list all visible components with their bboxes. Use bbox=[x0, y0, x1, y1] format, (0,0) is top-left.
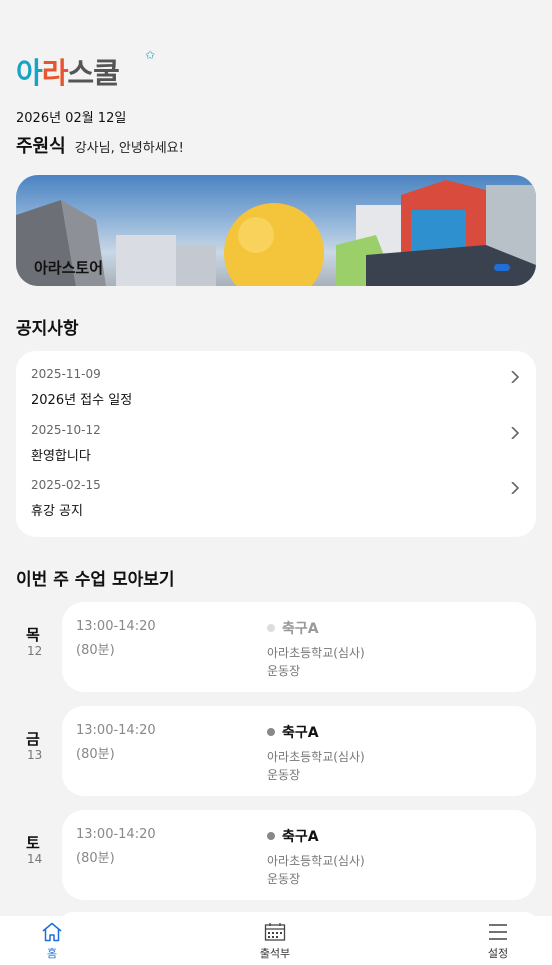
notice-item[interactable]: 2025-11-09 2026년 접수 일정 bbox=[31, 367, 521, 415]
class-school: 아라초등학교(심사) bbox=[267, 646, 365, 660]
greeting-row: 주원식 강사님, 안녕하세요! bbox=[16, 132, 184, 158]
logo-letter: 쿨 bbox=[93, 56, 120, 90]
logo-text: 아라스쿨 bbox=[16, 56, 120, 90]
banner-caption: 아라스토어 bbox=[34, 259, 104, 277]
notice-date: 2025-02-15 bbox=[31, 478, 101, 492]
notice-title: 휴강 공지 bbox=[31, 504, 83, 519]
class-school: 아라초등학교(심사) bbox=[267, 750, 365, 764]
nav-home[interactable]: 홈 bbox=[22, 922, 82, 961]
notice-title: 2026년 접수 일정 bbox=[31, 393, 133, 408]
class-time: 13:00-14:20 bbox=[76, 723, 156, 738]
logo-letter: 라 bbox=[41, 56, 69, 90]
notice-title: 환영합니다 bbox=[31, 449, 91, 464]
class-duration: (80분) bbox=[76, 747, 115, 762]
class-duration: (80분) bbox=[76, 851, 115, 866]
promo-banner[interactable]: 아라스토어 bbox=[16, 175, 536, 286]
chevron-right-icon bbox=[511, 482, 520, 494]
class-school: 아라초등학교(심사) bbox=[267, 854, 365, 868]
calendar-icon bbox=[264, 923, 286, 941]
greeting-message: 강사님, 안녕하세요! bbox=[74, 141, 184, 156]
class-name: 축구A bbox=[282, 829, 319, 845]
chevron-right-icon bbox=[511, 371, 520, 383]
class-status-dot bbox=[267, 832, 275, 840]
day-row: 토 14 13:00-14:20 (80분) 축구A 아라초등학교(심사) 운동… bbox=[0, 810, 552, 900]
class-place: 운동장 bbox=[267, 872, 301, 886]
nav-attendance[interactable]: 출석부 bbox=[245, 922, 305, 961]
notices-title: 공지사항 bbox=[16, 319, 79, 339]
nav-settings[interactable]: 설정 bbox=[468, 922, 528, 961]
banner-page-indicator[interactable] bbox=[494, 264, 510, 271]
notices-card: 2025-11-09 2026년 접수 일정 2025-10-12 환영합니다 … bbox=[16, 351, 536, 537]
day-date: 12 bbox=[27, 644, 43, 658]
day-of-week: 토 bbox=[26, 834, 40, 852]
logo-letter: 아 bbox=[16, 56, 43, 90]
day-date: 14 bbox=[27, 852, 43, 866]
class-duration: (80분) bbox=[76, 643, 115, 658]
class-place: 운동장 bbox=[267, 768, 301, 782]
nav-home-label: 홈 bbox=[46, 947, 58, 960]
today-date: 2026년 02월 12일 bbox=[16, 111, 127, 126]
class-place: 운동장 bbox=[267, 664, 301, 678]
class-time: 13:00-14:20 bbox=[76, 619, 156, 634]
class-name: 축구A bbox=[282, 725, 319, 741]
day-date: 13 bbox=[27, 748, 43, 762]
class-card[interactable]: 13:00-14:20 (80분) 축구A 아라초등학교(심사) 운동장 bbox=[62, 810, 536, 900]
bottom-nav: 홈 출석부 설정 bbox=[0, 916, 552, 965]
weekly-classes-title: 이번 주 수업 모아보기 bbox=[16, 570, 175, 590]
menu-icon bbox=[489, 924, 507, 940]
logo-letter: 스 bbox=[67, 56, 94, 90]
nav-settings-label: 설정 bbox=[487, 947, 509, 960]
home-icon bbox=[42, 922, 62, 942]
day-of-week: 금 bbox=[26, 730, 40, 748]
class-time: 13:00-14:20 bbox=[76, 827, 156, 842]
notice-item[interactable]: 2025-10-12 환영합니다 bbox=[31, 423, 521, 471]
notice-date: 2025-10-12 bbox=[31, 423, 101, 437]
class-card[interactable]: 13:00-14:20 (80분) 축구A 아라초등학교(심사) 운동장 bbox=[62, 602, 536, 692]
class-status-dot bbox=[267, 728, 275, 736]
day-row: 금 13 13:00-14:20 (80분) 축구A 아라초등학교(심사) 운동… bbox=[0, 706, 552, 796]
star-icon: ✩ bbox=[145, 48, 156, 62]
day-of-week: 목 bbox=[26, 626, 40, 644]
class-name: 축구A bbox=[282, 621, 319, 637]
notice-item[interactable]: 2025-02-15 휴강 공지 bbox=[31, 478, 521, 526]
app-logo: 아라스쿨 ✩ bbox=[16, 48, 155, 90]
user-name: 주원식 bbox=[16, 136, 66, 157]
nav-attendance-label: 출석부 bbox=[259, 947, 291, 960]
day-row: 목 12 13:00-14:20 (80분) 축구A 아라초등학교(심사) 운동… bbox=[0, 602, 552, 692]
notice-date: 2025-11-09 bbox=[31, 367, 101, 381]
class-card[interactable]: 13:00-14:20 (80분) 축구A 아라초등학교(심사) 운동장 bbox=[62, 706, 536, 796]
class-status-dot bbox=[267, 624, 275, 632]
chevron-right-icon bbox=[511, 427, 520, 439]
